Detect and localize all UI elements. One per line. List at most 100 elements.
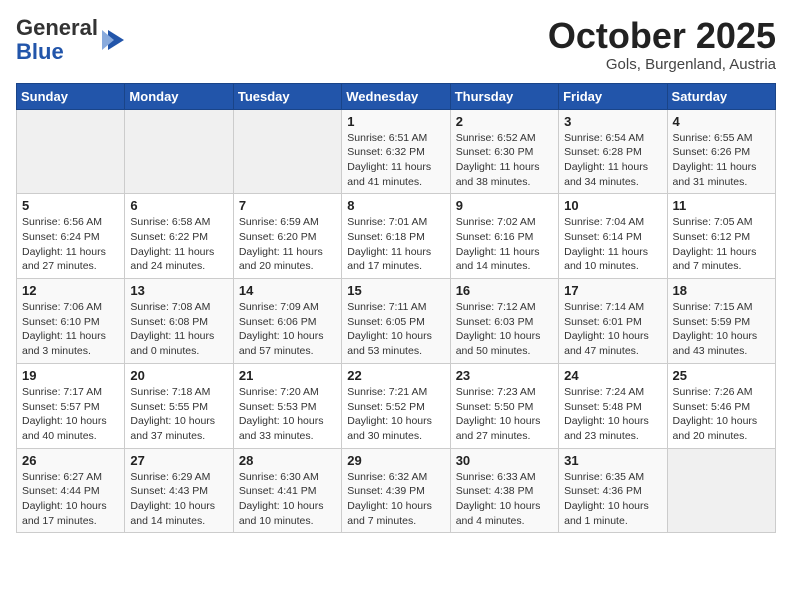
calendar-cell: 10 Sunrise: 7:04 AM Sunset: 6:14 PM Dayli… bbox=[559, 194, 667, 279]
page-header: General Blue October 2025 Gols, Burgenla… bbox=[16, 16, 776, 73]
day-number: 6 bbox=[130, 198, 227, 213]
calendar-cell: 9 Sunrise: 7:02 AM Sunset: 6:16 PM Daylig… bbox=[450, 194, 558, 279]
day-number: 7 bbox=[239, 198, 336, 213]
calendar-cell: 30Sunrise: 6:33 AM Sunset: 4:38 PM Dayli… bbox=[450, 448, 558, 533]
day-info: Sunrise: 7:11 AM Sunset: 6:05 PM Dayligh… bbox=[347, 300, 444, 359]
calendar-cell: 18 Sunrise: 7:15 AM Sunset: 5:59 PM Dayli… bbox=[667, 279, 775, 364]
day-number: 16 bbox=[456, 283, 553, 298]
column-header-thursday: Thursday bbox=[450, 83, 558, 109]
day-info: Sunrise: 7:14 AM Sunset: 6:01 PM Dayligh… bbox=[564, 300, 661, 359]
logo: General Blue bbox=[16, 16, 128, 64]
day-info: Sunrise: 6:27 AM Sunset: 4:44 PM Dayligh… bbox=[22, 470, 119, 529]
calendar-cell: 16 Sunrise: 7:12 AM Sunset: 6:03 PM Dayli… bbox=[450, 279, 558, 364]
day-info: Sunrise: 6:32 AM Sunset: 4:39 PM Dayligh… bbox=[347, 470, 444, 529]
day-number: 1 bbox=[347, 114, 444, 129]
day-info: Sunrise: 7:02 AM Sunset: 6:16 PM Dayligh… bbox=[456, 215, 553, 274]
day-number: 22 bbox=[347, 368, 444, 383]
column-header-monday: Monday bbox=[125, 83, 233, 109]
day-info: Sunrise: 7:15 AM Sunset: 5:59 PM Dayligh… bbox=[673, 300, 770, 359]
day-info: Sunrise: 7:09 AM Sunset: 6:06 PM Dayligh… bbox=[239, 300, 336, 359]
calendar-cell: 26Sunrise: 6:27 AM Sunset: 4:44 PM Dayli… bbox=[17, 448, 125, 533]
day-number: 17 bbox=[564, 283, 661, 298]
day-info: Sunrise: 6:52 AM Sunset: 6:30 PM Dayligh… bbox=[456, 131, 553, 190]
calendar-cell: 24 Sunrise: 7:24 AM Sunset: 5:48 PM Dayli… bbox=[559, 363, 667, 448]
column-header-sunday: Sunday bbox=[17, 83, 125, 109]
day-info: Sunrise: 7:21 AM Sunset: 5:52 PM Dayligh… bbox=[347, 385, 444, 444]
logo-icon bbox=[100, 26, 128, 54]
calendar-cell: 23Sunrise: 7:23 AM Sunset: 5:50 PM Dayli… bbox=[450, 363, 558, 448]
calendar-cell: 13 Sunrise: 7:08 AM Sunset: 6:08 PM Dayli… bbox=[125, 279, 233, 364]
calendar-cell: 12Sunrise: 7:06 AM Sunset: 6:10 PM Dayli… bbox=[17, 279, 125, 364]
day-info: Sunrise: 7:17 AM Sunset: 5:57 PM Dayligh… bbox=[22, 385, 119, 444]
day-info: Sunrise: 6:35 AM Sunset: 4:36 PM Dayligh… bbox=[564, 470, 661, 529]
calendar-cell: 22 Sunrise: 7:21 AM Sunset: 5:52 PM Dayli… bbox=[342, 363, 450, 448]
calendar-cell: 27 Sunrise: 6:29 AM Sunset: 4:43 PM Dayli… bbox=[125, 448, 233, 533]
day-number: 23 bbox=[456, 368, 553, 383]
day-info: Sunrise: 7:12 AM Sunset: 6:03 PM Dayligh… bbox=[456, 300, 553, 359]
calendar-cell: 31Sunrise: 6:35 AM Sunset: 4:36 PM Dayli… bbox=[559, 448, 667, 533]
day-number: 18 bbox=[673, 283, 770, 298]
day-info: Sunrise: 7:08 AM Sunset: 6:08 PM Dayligh… bbox=[130, 300, 227, 359]
day-number: 8 bbox=[347, 198, 444, 213]
location: Gols, Burgenland, Austria bbox=[548, 56, 776, 73]
month-title: October 2025 bbox=[548, 16, 776, 56]
calendar-cell: 11 Sunrise: 7:05 AM Sunset: 6:12 PM Dayli… bbox=[667, 194, 775, 279]
day-number: 5 bbox=[22, 198, 119, 213]
calendar-cell: 29 Sunrise: 6:32 AM Sunset: 4:39 PM Dayli… bbox=[342, 448, 450, 533]
calendar-cell: 17 Sunrise: 7:14 AM Sunset: 6:01 PM Dayli… bbox=[559, 279, 667, 364]
day-number: 4 bbox=[673, 114, 770, 129]
calendar-cell: 19 Sunrise: 7:17 AM Sunset: 5:57 PM Dayli… bbox=[17, 363, 125, 448]
calendar-week-row: 5 Sunrise: 6:56 AM Sunset: 6:24 PM Daylig… bbox=[17, 194, 776, 279]
calendar-cell bbox=[17, 109, 125, 194]
calendar-cell: 28Sunrise: 6:30 AM Sunset: 4:41 PM Dayli… bbox=[233, 448, 341, 533]
day-number: 13 bbox=[130, 283, 227, 298]
calendar-cell bbox=[233, 109, 341, 194]
calendar-cell: 2Sunrise: 6:52 AM Sunset: 6:30 PM Daylig… bbox=[450, 109, 558, 194]
calendar-cell: 7Sunrise: 6:59 AM Sunset: 6:20 PM Daylig… bbox=[233, 194, 341, 279]
calendar-cell: 6 Sunrise: 6:58 AM Sunset: 6:22 PM Daylig… bbox=[125, 194, 233, 279]
calendar-cell bbox=[125, 109, 233, 194]
day-info: Sunrise: 6:58 AM Sunset: 6:22 PM Dayligh… bbox=[130, 215, 227, 274]
calendar-cell: 1 Sunrise: 6:51 AM Sunset: 6:32 PM Daylig… bbox=[342, 109, 450, 194]
day-info: Sunrise: 6:51 AM Sunset: 6:32 PM Dayligh… bbox=[347, 131, 444, 190]
day-number: 25 bbox=[673, 368, 770, 383]
day-info: Sunrise: 7:24 AM Sunset: 5:48 PM Dayligh… bbox=[564, 385, 661, 444]
column-header-friday: Friday bbox=[559, 83, 667, 109]
title-block: October 2025 Gols, Burgenland, Austria bbox=[548, 16, 776, 73]
day-number: 29 bbox=[347, 453, 444, 468]
calendar-week-row: 19 Sunrise: 7:17 AM Sunset: 5:57 PM Dayli… bbox=[17, 363, 776, 448]
day-number: 30 bbox=[456, 453, 553, 468]
day-info: Sunrise: 7:18 AM Sunset: 5:55 PM Dayligh… bbox=[130, 385, 227, 444]
day-number: 27 bbox=[130, 453, 227, 468]
day-number: 9 bbox=[456, 198, 553, 213]
logo-general-text: General bbox=[16, 15, 98, 40]
day-number: 28 bbox=[239, 453, 336, 468]
calendar-cell: 8 Sunrise: 7:01 AM Sunset: 6:18 PM Daylig… bbox=[342, 194, 450, 279]
day-info: Sunrise: 7:26 AM Sunset: 5:46 PM Dayligh… bbox=[673, 385, 770, 444]
day-info: Sunrise: 6:54 AM Sunset: 6:28 PM Dayligh… bbox=[564, 131, 661, 190]
day-info: Sunrise: 6:56 AM Sunset: 6:24 PM Dayligh… bbox=[22, 215, 119, 274]
day-number: 24 bbox=[564, 368, 661, 383]
day-info: Sunrise: 7:06 AM Sunset: 6:10 PM Dayligh… bbox=[22, 300, 119, 359]
column-header-tuesday: Tuesday bbox=[233, 83, 341, 109]
calendar-week-row: 26Sunrise: 6:27 AM Sunset: 4:44 PM Dayli… bbox=[17, 448, 776, 533]
calendar-cell: 4Sunrise: 6:55 AM Sunset: 6:26 PM Daylig… bbox=[667, 109, 775, 194]
column-header-wednesday: Wednesday bbox=[342, 83, 450, 109]
calendar-header-row: SundayMondayTuesdayWednesdayThursdayFrid… bbox=[17, 83, 776, 109]
day-number: 19 bbox=[22, 368, 119, 383]
day-info: Sunrise: 7:04 AM Sunset: 6:14 PM Dayligh… bbox=[564, 215, 661, 274]
day-info: Sunrise: 7:05 AM Sunset: 6:12 PM Dayligh… bbox=[673, 215, 770, 274]
day-info: Sunrise: 6:29 AM Sunset: 4:43 PM Dayligh… bbox=[130, 470, 227, 529]
calendar-cell: 21Sunrise: 7:20 AM Sunset: 5:53 PM Dayli… bbox=[233, 363, 341, 448]
calendar-cell bbox=[667, 448, 775, 533]
day-number: 20 bbox=[130, 368, 227, 383]
day-number: 11 bbox=[673, 198, 770, 213]
calendar-cell: 3Sunrise: 6:54 AM Sunset: 6:28 PM Daylig… bbox=[559, 109, 667, 194]
calendar-cell: 20 Sunrise: 7:18 AM Sunset: 5:55 PM Dayli… bbox=[125, 363, 233, 448]
day-info: Sunrise: 7:01 AM Sunset: 6:18 PM Dayligh… bbox=[347, 215, 444, 274]
calendar-week-row: 12Sunrise: 7:06 AM Sunset: 6:10 PM Dayli… bbox=[17, 279, 776, 364]
day-info: Sunrise: 7:20 AM Sunset: 5:53 PM Dayligh… bbox=[239, 385, 336, 444]
day-number: 10 bbox=[564, 198, 661, 213]
calendar-cell: 5 Sunrise: 6:56 AM Sunset: 6:24 PM Daylig… bbox=[17, 194, 125, 279]
calendar-cell: 14Sunrise: 7:09 AM Sunset: 6:06 PM Dayli… bbox=[233, 279, 341, 364]
